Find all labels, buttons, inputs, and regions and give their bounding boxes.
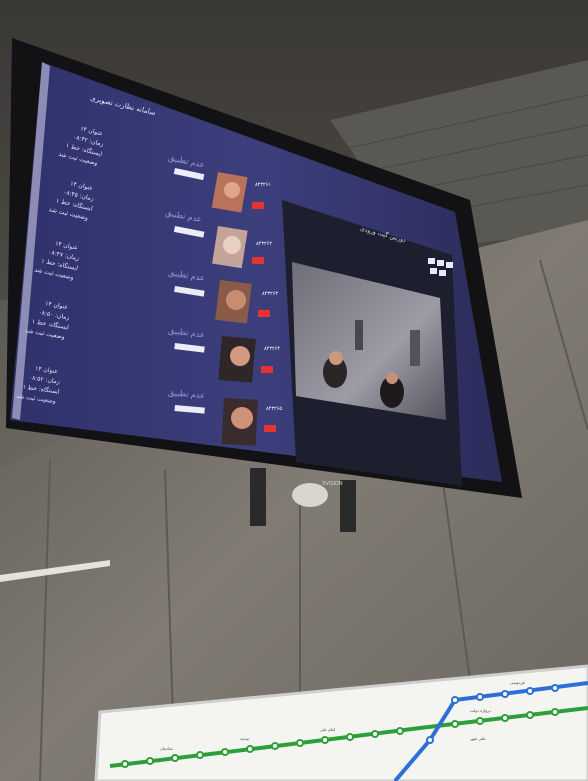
status-badge (258, 310, 270, 317)
photo-scene: سامانه نظارت تصویری عنوان ۱۴ زمان: ۰۸:۴۲… (0, 0, 588, 781)
monitor-brand: XVISION (322, 481, 343, 487)
card-id: ۸۴۳۲۶۲ (256, 241, 272, 247)
card-id: ۸۴۳۲۶۳ (262, 291, 278, 297)
status-badge (252, 202, 264, 209)
station-label: دروازه دولت (470, 708, 491, 713)
station-label: فردوسی (510, 680, 525, 685)
card-id: ۸۴۳۲۶۵ (266, 406, 282, 412)
station-label: توحید (240, 736, 249, 741)
card-id: ۸۴۳۲۶۴ (264, 346, 280, 352)
mount-bracket-right (340, 480, 356, 532)
status-badge (252, 257, 264, 264)
mount-bracket-left (250, 468, 266, 526)
station-label: امام علی (320, 727, 335, 732)
status-badge (261, 366, 273, 373)
card-id: ۸۴۳۲۶۱ (255, 182, 271, 188)
station-label: تئاتر شهر (469, 736, 486, 741)
status-badge (264, 425, 276, 432)
station-label: شادمان (160, 746, 173, 751)
